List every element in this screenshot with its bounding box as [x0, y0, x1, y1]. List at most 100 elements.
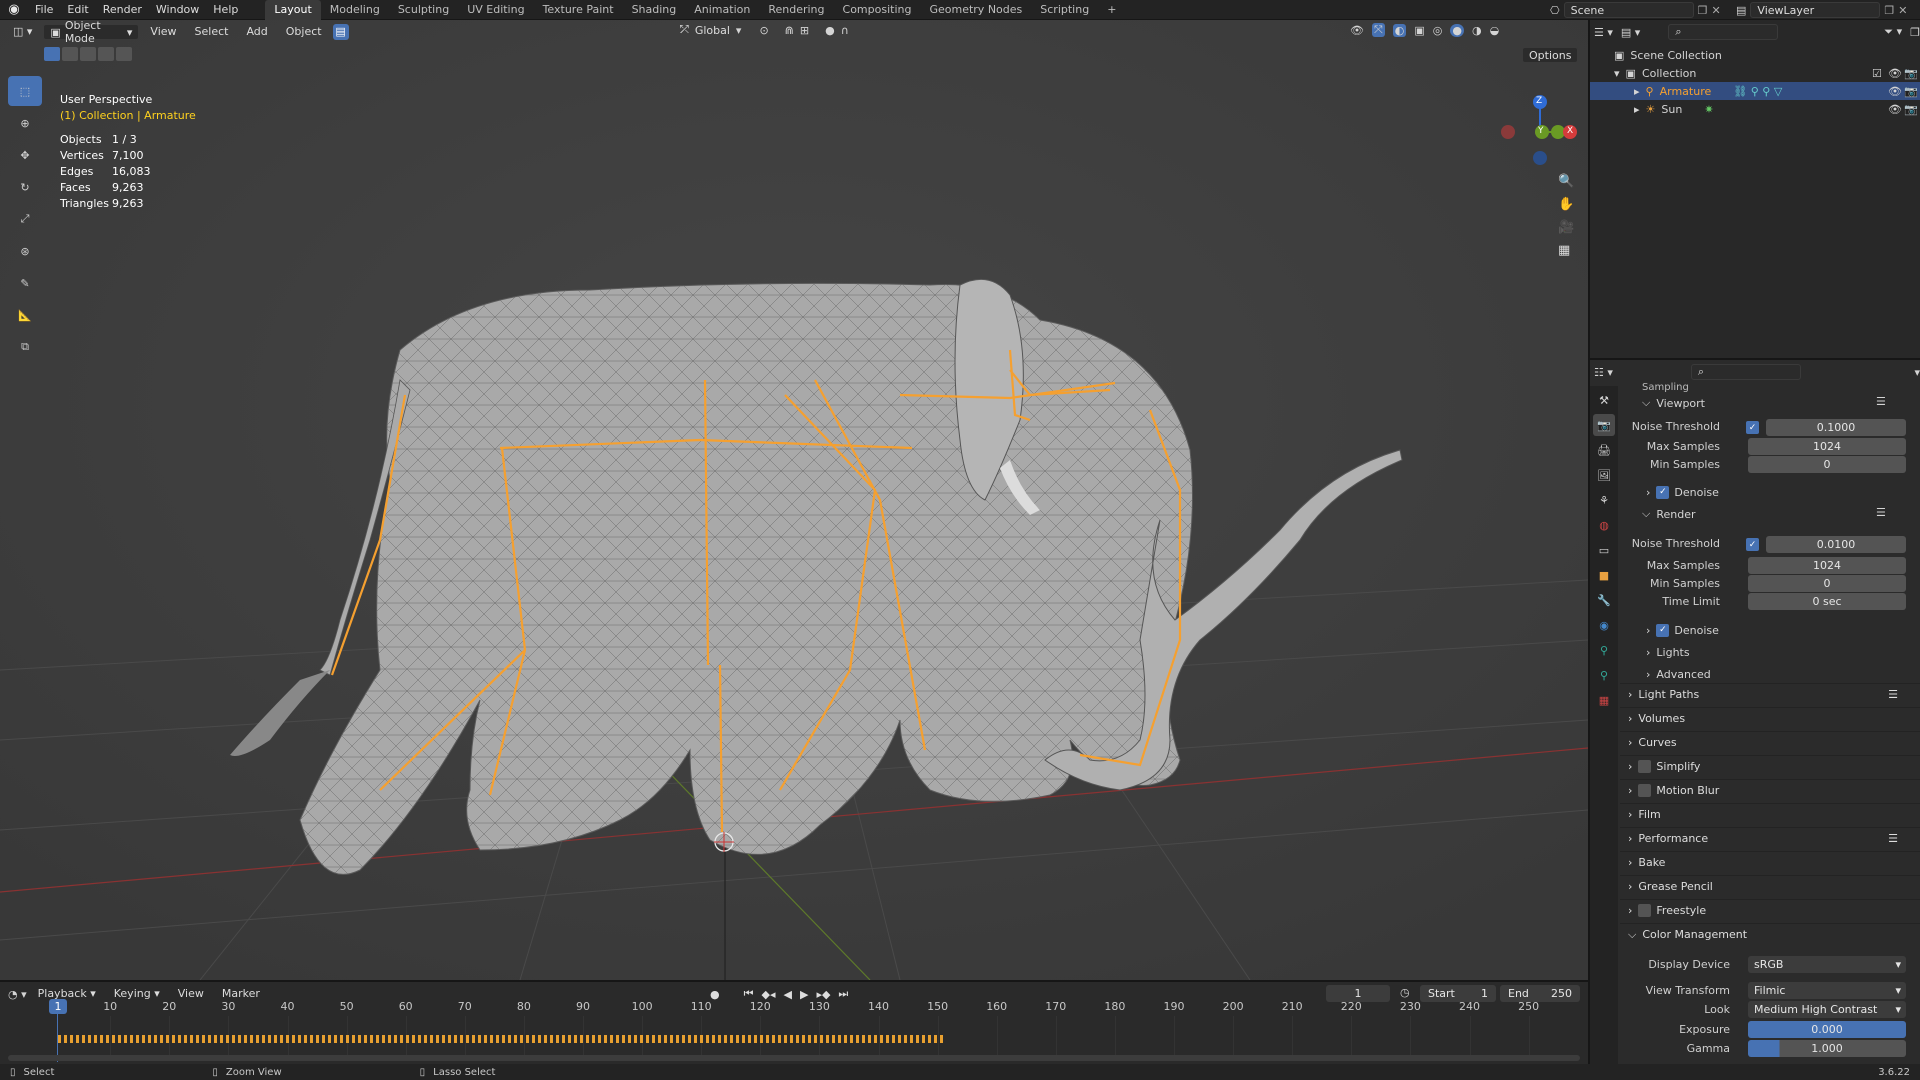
chevron-down-icon[interactable]: ▾ — [1914, 366, 1920, 379]
viewport-denoise-checkbox[interactable]: ✓ — [1656, 485, 1670, 499]
physics-tab-icon[interactable]: ◉ — [1593, 614, 1615, 636]
3d-viewport[interactable]: ◫ ▾ ▣ Object Mode ▾ View Select Add Obje… — [0, 20, 1588, 980]
render-denoise-subpanel[interactable]: › ✓ Denoise — [1646, 622, 1719, 638]
collection-tab-icon[interactable]: ▭ — [1593, 539, 1615, 561]
view-layer-tab-icon[interactable]: 🖼 — [1593, 464, 1615, 486]
move-tool-icon[interactable]: ✥ — [8, 140, 42, 170]
preset-list-icon[interactable]: ☰ — [1876, 395, 1886, 408]
overlays-toggle-icon[interactable]: ◐ — [1392, 23, 1407, 37]
pan-hand-icon[interactable]: ✋ — [1558, 197, 1574, 212]
panel-motion-blur[interactable]: › Motion Blur — [1620, 779, 1920, 801]
workspace-tab-rendering[interactable]: Rendering — [759, 0, 833, 20]
menu-select[interactable]: Select — [188, 21, 236, 43]
simplify-checkbox[interactable] — [1638, 760, 1652, 773]
options-button[interactable]: Options — [1522, 47, 1579, 63]
view-layer-selector[interactable]: ViewLayer — [1750, 2, 1881, 18]
keyframe-strip[interactable] — [58, 1035, 946, 1043]
workspace-tab-sculpting[interactable]: Sculpting — [389, 0, 458, 20]
mode-selector[interactable]: ▣ Object Mode ▾ — [43, 20, 140, 45]
freestyle-checkbox[interactable] — [1638, 904, 1652, 917]
add-workspace-button[interactable]: + — [1098, 0, 1125, 20]
gizmo-toggle-icon[interactable]: ⤧ — [1371, 23, 1385, 37]
tool-tab-icon[interactable]: ⚒ — [1593, 389, 1615, 411]
select-invert-icon[interactable] — [98, 47, 114, 61]
outliner-row-armature[interactable]: ▸ ⚲ Armature ⛓ ⚲ ⚲ ▽ 👁 📷 — [1590, 82, 1920, 100]
outliner-editor-type-icon[interactable]: ☰ ▾ — [1594, 26, 1613, 39]
panel-light-paths[interactable]: › Light Paths ☰ — [1620, 683, 1920, 705]
properties-editor-type-icon[interactable]: ☷ ▾ — [1594, 366, 1613, 379]
add-cube-tool-icon[interactable]: ⧉ — [8, 332, 42, 362]
measure-tool-icon[interactable]: 📐 — [8, 300, 42, 330]
expand-arrow-icon[interactable]: ▸ — [1634, 103, 1640, 116]
proportional-edit-icon[interactable]: ● — [825, 24, 835, 37]
snap-target-icon[interactable]: ⊞ — [800, 24, 809, 37]
menu-render[interactable]: Render — [96, 0, 149, 20]
rotate-tool-icon[interactable]: ↻ — [8, 172, 42, 202]
modifier-tab-icon[interactable]: 🔧 — [1593, 589, 1615, 611]
remove-view-layer-icon[interactable]: ✕ — [1898, 4, 1907, 17]
motion-blur-checkbox[interactable] — [1638, 784, 1652, 797]
preset-list-icon[interactable]: ☰ — [1888, 688, 1898, 701]
timeline-scrollbar[interactable] — [8, 1055, 1580, 1061]
solid-shading-icon[interactable]: ● — [1450, 23, 1465, 37]
view-transform-select[interactable]: Filmic ▾ — [1748, 982, 1906, 999]
workspace-tab-modeling[interactable]: Modeling — [321, 0, 389, 20]
world-tab-icon[interactable]: ◍ — [1593, 514, 1615, 536]
exclude-checkbox-icon[interactable]: ☑ — [1872, 67, 1882, 80]
workspace-tab-animation[interactable]: Animation — [685, 0, 759, 20]
display-mode-icon[interactable]: ▤ ▾ — [1621, 26, 1640, 39]
preset-list-icon[interactable]: ☰ — [1876, 506, 1886, 519]
visibility-filter-icon[interactable]: 👁 — [1350, 24, 1364, 37]
render-max-samples-field[interactable]: 1024 — [1748, 557, 1906, 574]
menu-window[interactable]: Window — [149, 0, 206, 20]
viewport-min-samples-field[interactable]: 0 — [1748, 456, 1906, 473]
ortho-toggle-icon[interactable]: ▦ — [1558, 243, 1574, 258]
scene-tab-icon[interactable]: ⚘ — [1593, 489, 1615, 511]
filter-icon[interactable]: ⏷ ▾ — [1884, 25, 1902, 39]
properties-search-input[interactable]: ⌕ — [1690, 364, 1801, 380]
render-denoise-checkbox[interactable]: ✓ — [1656, 623, 1670, 637]
view-layer-icon[interactable]: ▤ — [1736, 4, 1746, 17]
expand-arrow-icon[interactable]: ▸ — [1634, 85, 1640, 98]
workspace-tab-shading[interactable]: Shading — [623, 0, 686, 20]
object-tab-icon[interactable]: ■ — [1593, 564, 1615, 586]
select-extend-icon[interactable] — [62, 47, 78, 61]
xray-toggle-icon[interactable]: ▣ — [1414, 24, 1424, 37]
preset-list-icon[interactable]: ☰ — [1888, 832, 1898, 845]
panel-bake[interactable]: › Bake — [1620, 851, 1920, 873]
render-camera-icon[interactable]: 📷 — [1904, 85, 1918, 98]
outliner-row-collection[interactable]: ▾ ▣ Collection ☑ 👁 📷 — [1590, 64, 1920, 82]
blender-logo-icon[interactable]: ◉ — [0, 0, 28, 20]
transform-tool-icon[interactable]: ⊛ — [8, 236, 42, 266]
pivot-point-icon[interactable]: ⊙ — [759, 24, 768, 37]
axis-gizmo[interactable] — [1498, 94, 1588, 184]
select-box-tool-icon[interactable]: ⬚ — [8, 76, 42, 106]
panel-curves[interactable]: › Curves — [1620, 731, 1920, 753]
viewport-denoise-subpanel[interactable]: › ✓ Denoise — [1646, 484, 1719, 500]
camera-view-icon[interactable]: 🎥 — [1558, 220, 1574, 235]
new-collection-icon[interactable]: ❐ — [1910, 26, 1920, 39]
wireframe-shading-icon[interactable]: ◎ — [1433, 24, 1443, 37]
visibility-eye-icon[interactable]: 👁 — [1888, 67, 1902, 80]
lights-subpanel[interactable]: › Lights — [1646, 644, 1690, 660]
viewport-max-samples-field[interactable]: 1024 — [1748, 438, 1906, 455]
render-tab-icon[interactable]: 📷 — [1593, 414, 1615, 436]
render-camera-icon[interactable]: 📷 — [1904, 67, 1918, 80]
new-scene-icon[interactable]: ❐ — [1698, 4, 1708, 17]
transform-orientation-selector[interactable]: Global — [695, 24, 730, 37]
zoom-icon[interactable]: 🔍 — [1558, 174, 1574, 189]
render-camera-icon[interactable]: 📷 — [1904, 103, 1918, 116]
panel-volumes[interactable]: › Volumes — [1620, 707, 1920, 729]
scene-selector[interactable]: Scene — [1563, 2, 1694, 18]
advanced-subpanel[interactable]: › Advanced — [1646, 666, 1711, 682]
workspace-tab-compositing[interactable]: Compositing — [834, 0, 921, 20]
workspace-tab-geometry-nodes[interactable]: Geometry Nodes — [920, 0, 1031, 20]
look-select[interactable]: Medium High Contrast ▾ — [1748, 1001, 1906, 1018]
select-new-icon[interactable] — [44, 47, 60, 61]
render-time-limit-field[interactable]: 0 sec — [1748, 593, 1906, 610]
menu-add[interactable]: Add — [239, 21, 274, 43]
editor-type-icon[interactable]: ◫ ▾ — [6, 21, 39, 43]
menu-edit[interactable]: Edit — [60, 0, 95, 20]
viewport-noise-threshold-checkbox[interactable]: ✓ — [1746, 421, 1759, 434]
cursor-tool-icon[interactable]: ⊕ — [8, 108, 42, 138]
